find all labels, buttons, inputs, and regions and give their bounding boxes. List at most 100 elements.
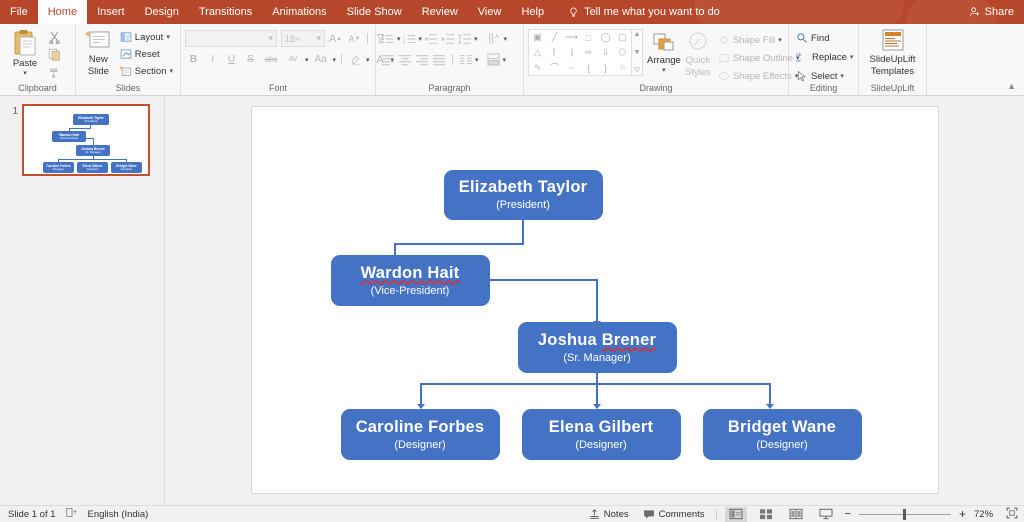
shape-elbow2[interactable]: ⌋: [570, 47, 574, 58]
quick-styles-button[interactable]: Quick Styles: [685, 29, 711, 78]
shape-triangle[interactable]: △: [534, 47, 541, 58]
normal-view-icon[interactable]: [725, 507, 747, 522]
bullets-icon[interactable]: [380, 31, 396, 46]
paste-button[interactable]: Paste ▾: [4, 26, 46, 77]
shape-curve[interactable]: ⌒: [550, 61, 559, 74]
comments-button[interactable]: Comments: [640, 508, 708, 521]
cut-icon[interactable]: [46, 30, 62, 45]
arrange-button[interactable]: Arrange ▾: [647, 29, 681, 74]
slide-canvas[interactable]: Elizabeth Taylor (President) Wardon Hait…: [252, 107, 938, 493]
shape-rectangle[interactable]: □: [586, 33, 591, 43]
slide-thumbnail-1[interactable]: Elizabeth Taylor (President) Wardon Hait…: [22, 104, 150, 176]
bullets-caret[interactable]: ▾: [397, 35, 401, 43]
arrange-caret[interactable]: ▾: [662, 66, 666, 74]
layout-caret[interactable]: ▾: [166, 33, 170, 41]
font-size-input[interactable]: 18+ ▾: [281, 30, 325, 47]
zoom-slider-thumb[interactable]: [903, 509, 906, 520]
layout-button[interactable]: Layout ▾: [117, 30, 176, 44]
tab-file[interactable]: File: [0, 0, 38, 24]
grow-font-button[interactable]: A▲: [327, 30, 344, 47]
section-button[interactable]: Section ▾: [117, 64, 176, 78]
find-button[interactable]: Find: [793, 31, 832, 45]
smartart-caret[interactable]: ▾: [503, 56, 507, 64]
shape-right-brace[interactable]: }: [604, 63, 607, 73]
zoom-slider[interactable]: [859, 507, 951, 522]
tab-home[interactable]: Home: [38, 0, 87, 24]
shape-arc[interactable]: ⌢: [569, 62, 575, 73]
chevron-up-icon[interactable]: ▲: [1007, 81, 1016, 91]
numbering-caret[interactable]: ▾: [419, 35, 423, 43]
shape-textbox[interactable]: ▣: [533, 32, 542, 43]
share-button[interactable]: Share: [969, 0, 1014, 24]
shape-oval[interactable]: ◯: [600, 32, 610, 43]
tab-view[interactable]: View: [468, 0, 512, 24]
zoom-out-button[interactable]: −: [845, 508, 851, 520]
notes-button[interactable]: Notes: [586, 508, 632, 521]
tab-slide-show[interactable]: Slide Show: [337, 0, 412, 24]
org-node-manager[interactable]: Joshua Brener (Sr. Manager): [518, 322, 677, 373]
align-center-icon[interactable]: [397, 52, 413, 67]
org-node-designer-3[interactable]: Bridget Wane (Designer): [703, 409, 862, 460]
shapes-more-icon[interactable]: ▽: [634, 66, 639, 74]
format-painter-icon[interactable]: [46, 64, 62, 79]
reset-button[interactable]: Reset: [117, 47, 176, 61]
tab-design[interactable]: Design: [135, 0, 189, 24]
reading-view-icon[interactable]: [785, 507, 807, 522]
slide-thumbnail-pane[interactable]: 1 Elizabeth Taylor (President) Wardon Ha…: [0, 96, 165, 505]
text-shadow-button[interactable]: S: [242, 51, 259, 68]
shapes-gallery-scrollbar[interactable]: ▲ ▼ ▽: [632, 29, 643, 76]
font-name-caret[interactable]: ▾: [268, 33, 273, 44]
new-slide-button[interactable]: New Slide: [80, 26, 117, 77]
text-highlight-icon[interactable]: [347, 51, 364, 68]
slide-count-label[interactable]: Slide 1 of 1: [8, 509, 56, 520]
justify-icon[interactable]: [431, 52, 447, 67]
zoom-level-label[interactable]: 72%: [974, 509, 998, 520]
shapes-gallery[interactable]: ▣ ╱ ⟶ □ ◯ ▢ △ ⌈ ⌋ ⇨ ⇩ ⬠ ∿ ⌒ ⌢ { }: [528, 29, 643, 76]
bold-button[interactable]: B: [185, 51, 202, 68]
strikethrough-button[interactable]: abc: [261, 51, 281, 68]
org-node-designer-2[interactable]: Elena Gilbert (Designer): [522, 409, 681, 460]
shape-down-arrow[interactable]: ⇩: [602, 47, 610, 58]
org-node-president[interactable]: Elizabeth Taylor (President): [444, 170, 603, 220]
decrease-indent-icon[interactable]: [423, 31, 439, 46]
tab-transitions[interactable]: Transitions: [189, 0, 262, 24]
font-size-caret[interactable]: ▾: [316, 33, 321, 44]
org-node-designer-1[interactable]: Caroline Forbes (Designer): [341, 409, 500, 460]
org-node-vice-president[interactable]: Wardon Hait (Vice-President): [331, 255, 490, 306]
columns-caret[interactable]: ▾: [475, 56, 479, 64]
shapes-scroll-down-icon[interactable]: ▼: [634, 49, 641, 56]
align-right-icon[interactable]: [414, 52, 430, 67]
shape-left-brace[interactable]: {: [587, 63, 590, 73]
select-button[interactable]: Select ▾: [793, 69, 847, 83]
text-direction-caret[interactable]: ▾: [504, 35, 508, 43]
fit-to-window-icon[interactable]: [1006, 507, 1018, 522]
increase-indent-icon[interactable]: [440, 31, 456, 46]
thumbnail-item[interactable]: 1 Elizabeth Taylor (President) Wardon Ha…: [8, 104, 164, 176]
change-case-caret[interactable]: ▾: [333, 56, 337, 64]
character-spacing-button[interactable]: AV: [283, 51, 303, 68]
shape-elbow[interactable]: ⌈: [553, 47, 557, 58]
copy-icon[interactable]: [46, 47, 62, 62]
shrink-font-button[interactable]: A▼: [346, 30, 363, 47]
shape-fill-caret[interactable]: ▾: [778, 36, 782, 44]
line-spacing-caret[interactable]: ▾: [474, 35, 478, 43]
shape-rounded-rect[interactable]: ▢: [618, 32, 627, 43]
shape-star[interactable]: ☆: [618, 62, 626, 73]
smartart-icon[interactable]: [486, 52, 502, 67]
character-spacing-caret[interactable]: ▾: [305, 56, 309, 64]
language-label[interactable]: English (India): [88, 509, 149, 520]
columns-icon[interactable]: [458, 52, 474, 67]
font-name-input[interactable]: ▾: [185, 30, 277, 47]
replace-caret[interactable]: ▾: [850, 53, 854, 61]
tab-animations[interactable]: Animations: [262, 0, 336, 24]
text-highlight-caret[interactable]: ▾: [366, 56, 370, 64]
accessibility-icon[interactable]: ✝: [66, 507, 78, 521]
paste-dropdown-caret[interactable]: ▾: [23, 69, 27, 77]
tell-me-box[interactable]: Tell me what you want to do: [568, 0, 720, 24]
shape-pentagon[interactable]: ⬠: [619, 47, 627, 58]
replace-button[interactable]: ab ac Replace ▾: [793, 50, 856, 64]
change-case-button[interactable]: Aa: [311, 51, 331, 68]
numbering-icon[interactable]: 123: [402, 31, 418, 46]
tab-review[interactable]: Review: [412, 0, 468, 24]
section-caret[interactable]: ▾: [169, 67, 173, 75]
